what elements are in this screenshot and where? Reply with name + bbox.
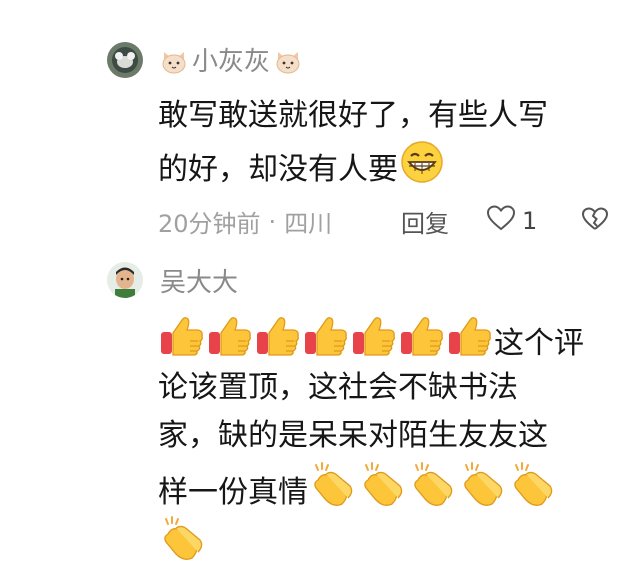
clapping-hands-icon <box>408 462 458 523</box>
heart-icon <box>486 204 516 238</box>
username-text[interactable]: 吴大大 <box>160 268 238 298</box>
dislike-button[interactable] <box>581 206 609 236</box>
grinning-face-icon <box>400 140 444 199</box>
comment-text-line: 样一份真情 <box>158 462 558 523</box>
comment-text-line: 敢写敢送就很好了，有些人写 <box>158 98 548 133</box>
location: 四川 <box>284 210 333 238</box>
like-count: 1 <box>522 207 538 235</box>
comment-text: 这个评 <box>494 325 584 361</box>
meta-separator: · <box>268 207 277 236</box>
comment-text-line: 的好，却没有人要 <box>158 140 444 199</box>
username[interactable]: 小灰灰 <box>160 47 302 77</box>
clapping-hands-icon <box>158 516 208 566</box>
avatar[interactable] <box>107 262 143 298</box>
like-button[interactable]: 1 <box>486 204 537 238</box>
timestamp: 20分钟前 <box>158 210 261 238</box>
cat-face-icon <box>160 48 188 76</box>
comment-text: 的好，却没有人要 <box>158 151 398 187</box>
reply-button[interactable]: 回复 <box>401 204 449 239</box>
comment-text-line: 论该置顶，这社会不缺书法 <box>158 370 518 405</box>
clapping-hands-icon <box>458 462 508 523</box>
comment-text-line: 家，缺的是呆呆对陌生友友这 <box>158 418 548 453</box>
comment-text: 样一份真情 <box>158 474 308 510</box>
clapping-hands-icon <box>358 462 408 523</box>
broken-heart-icon <box>581 207 609 236</box>
cat-face-icon <box>274 48 302 76</box>
avatar[interactable] <box>107 42 143 78</box>
clapping-hands-row <box>158 516 208 566</box>
clapping-hands-row <box>308 462 558 523</box>
username-text: 小灰灰 <box>192 47 271 77</box>
clapping-hands-icon <box>308 462 358 523</box>
clapping-hands-icon <box>508 462 558 523</box>
comment-meta: 20分钟前 · 四川 <box>158 204 332 239</box>
